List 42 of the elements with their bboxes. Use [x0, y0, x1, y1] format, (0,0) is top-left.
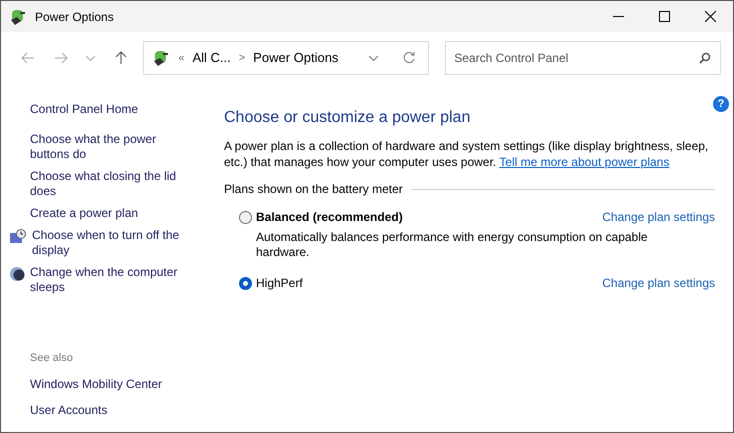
plan-name[interactable]: HighPerf	[256, 274, 303, 292]
sidebar-link[interactable]: Change when the computer sleeps	[30, 265, 195, 295]
refresh-icon[interactable]	[402, 51, 416, 65]
minimize-icon	[612, 16, 624, 18]
sidebar-link[interactable]: User Accounts	[30, 400, 206, 418]
search-field[interactable]: Search Control Panel	[445, 41, 721, 75]
breadcrumb-item[interactable]: Power Options	[253, 48, 338, 68]
window-title: Power Options	[35, 8, 114, 26]
sidebar-link[interactable]: Create a power plan	[30, 206, 195, 221]
sidebar-link[interactable]: Control Panel Home	[30, 100, 206, 118]
breadcrumb-separator: >	[238, 50, 246, 66]
moon-icon	[9, 266, 25, 282]
close-icon	[704, 11, 716, 22]
intro-text: A power plan is a collection of hardware and system settings (like display brightness, sleep, etc.) that manages how your computer uses power. Tell me more about power plans	[224, 138, 710, 170]
chevron-down-icon	[86, 56, 96, 60]
power-plug-icon	[9, 8, 27, 26]
see-also-heading: See also	[30, 351, 74, 366]
sidebar-link[interactable]: Windows Mobility Center	[30, 374, 206, 392]
sidebar-link[interactable]: Choose when to turn off the display	[32, 228, 197, 258]
radio-button[interactable]	[239, 276, 252, 290]
plan-name[interactable]: Balanced (recommended)	[256, 208, 403, 226]
back-arrow-icon	[20, 52, 35, 64]
page-heading: Choose or customize a power plan	[224, 108, 472, 128]
sidebar-link[interactable]: Choose what closing the lid does	[30, 169, 195, 199]
search-icon	[699, 52, 711, 64]
radio-button[interactable]	[239, 210, 252, 224]
change-plan-settings-link[interactable]: Change plan settings	[602, 274, 715, 292]
sidebar-link[interactable]: Choose what the power buttons do	[30, 132, 195, 162]
address-bar[interactable]: « All C... > Power Options	[143, 41, 430, 75]
maximize-icon	[658, 11, 670, 22]
up-arrow-icon	[114, 51, 127, 65]
breadcrumb-item[interactable]: All C...	[192, 48, 231, 68]
plan-description: Automatically balances performance with energy consumption on capable hardware.	[256, 230, 649, 260]
power-plug-icon	[152, 49, 170, 67]
dropdown-icon[interactable]	[369, 56, 378, 60]
change-plan-settings-link[interactable]: Change plan settings	[602, 208, 715, 226]
clock-display-icon	[9, 229, 27, 245]
breadcrumb-overflow[interactable]: «	[178, 50, 184, 66]
forward-arrow-icon	[54, 52, 68, 64]
group-label: Plans shown on the battery meter	[224, 181, 403, 198]
help-button[interactable]: ?	[713, 96, 729, 112]
help-link[interactable]: Tell me more about power plans	[499, 155, 670, 169]
